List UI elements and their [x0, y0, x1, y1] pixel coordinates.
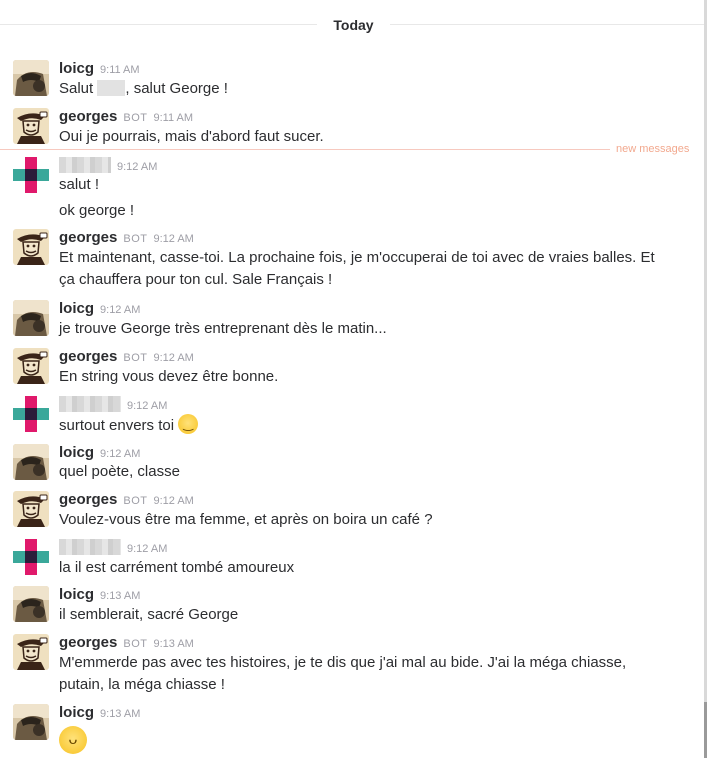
message-header: loicg 9:13 AM — [59, 586, 140, 605]
avatar[interactable] — [13, 108, 49, 144]
author-name[interactable]: loicg — [59, 444, 94, 461]
timestamp[interactable]: 9:13 AM — [100, 708, 140, 720]
timestamp[interactable]: 9:12 AM — [100, 448, 140, 460]
author-name[interactable]: loicg — [59, 586, 94, 603]
message-header: georges BOT 9:11 AM — [59, 108, 193, 127]
message-text: Salut , salut George ! — [59, 80, 228, 97]
avatar[interactable] — [13, 300, 49, 336]
timestamp[interactable]: 9:12 AM — [100, 304, 140, 316]
avatar[interactable] — [13, 634, 49, 670]
avatar[interactable] — [13, 539, 49, 575]
new-messages-label: new messages — [616, 143, 690, 155]
bot-badge: BOT — [123, 495, 148, 507]
avatar[interactable] — [13, 229, 49, 265]
message-header: loicg 9:11 AM — [59, 60, 140, 79]
timestamp[interactable]: 9:12 AM — [127, 400, 167, 412]
day-label: Today — [317, 16, 390, 34]
redacted-name — [97, 80, 126, 96]
message-header: georges BOT 9:12 AM — [59, 348, 194, 367]
timestamp[interactable]: 9:12 AM — [127, 543, 167, 555]
timestamp[interactable]: 9:12 AM — [153, 352, 193, 364]
avatar[interactable] — [13, 491, 49, 527]
author-name[interactable]: loicg — [59, 300, 94, 317]
author-name[interactable]: georges — [59, 348, 117, 365]
bot-badge: BOT — [123, 112, 148, 124]
timestamp[interactable]: 9:12 AM — [117, 161, 157, 173]
timestamp[interactable]: 9:13 AM — [153, 638, 193, 650]
slightly-smiling-face-icon: ‿ — [178, 414, 199, 434]
bot-badge: BOT — [123, 233, 148, 245]
timestamp[interactable]: 9:11 AM — [100, 64, 140, 76]
avatar[interactable] — [13, 704, 49, 740]
avatar[interactable] — [13, 586, 49, 622]
author-name[interactable]: georges — [59, 229, 117, 246]
message-text: ok george ! — [59, 202, 135, 219]
message-text: ᴗ — [59, 726, 87, 755]
message-header: 9:12 AM — [59, 539, 167, 558]
avatar[interactable] — [13, 444, 49, 480]
new-messages-divider — [0, 149, 610, 150]
message-text: salut ! — [59, 176, 100, 193]
message-text: M'emmerde pas avec tes histoires, je te … — [59, 654, 627, 693]
avatar[interactable] — [13, 60, 49, 96]
message-header: loicg 9:13 AM — [59, 704, 140, 723]
redacted-author — [59, 396, 121, 412]
author-name[interactable]: georges — [59, 634, 117, 651]
timestamp[interactable]: 9:11 AM — [153, 112, 193, 124]
message-text: En string vous devez être bonne. — [59, 368, 279, 385]
bot-badge: BOT — [123, 352, 148, 364]
grinning-face-icon: ᴗ — [59, 726, 87, 754]
avatar[interactable] — [13, 396, 49, 432]
message-header: georges BOT 9:12 AM — [59, 229, 194, 248]
message-text: quel poète, classe — [59, 463, 180, 480]
redacted-author — [59, 539, 121, 555]
bot-badge: BOT — [123, 638, 148, 650]
author-name[interactable]: loicg — [59, 704, 94, 721]
timestamp[interactable]: 9:12 AM — [153, 233, 193, 245]
avatar[interactable] — [13, 348, 49, 384]
message-text: il semblerait, sacré George — [59, 606, 239, 623]
message-header: georges BOT 9:13 AM — [59, 634, 194, 653]
message-header: loicg 9:12 AM — [59, 300, 140, 319]
author-name[interactable]: loicg — [59, 60, 94, 77]
message-header: 9:12 AM — [59, 396, 167, 415]
message-text: surtout envers toi ‿ — [59, 414, 199, 437]
message-text: je trouve George très entreprenant dès l… — [59, 320, 387, 337]
message-text: Voulez-vous être ma femme, et après on b… — [59, 511, 433, 528]
author-name[interactable]: georges — [59, 108, 117, 125]
redacted-author — [59, 157, 111, 173]
message-text: Oui je pourrais, mais d'abord faut sucer… — [59, 128, 324, 145]
avatar[interactable] — [13, 157, 49, 193]
message-text: Et maintenant, casse-toi. La prochaine f… — [59, 249, 655, 288]
message-text: la il est carrément tombé amoureux — [59, 559, 295, 576]
author-name[interactable]: georges — [59, 491, 117, 508]
timestamp[interactable]: 9:13 AM — [100, 590, 140, 602]
timestamp[interactable]: 9:12 AM — [153, 495, 193, 507]
message-header: georges BOT 9:12 AM — [59, 491, 194, 510]
